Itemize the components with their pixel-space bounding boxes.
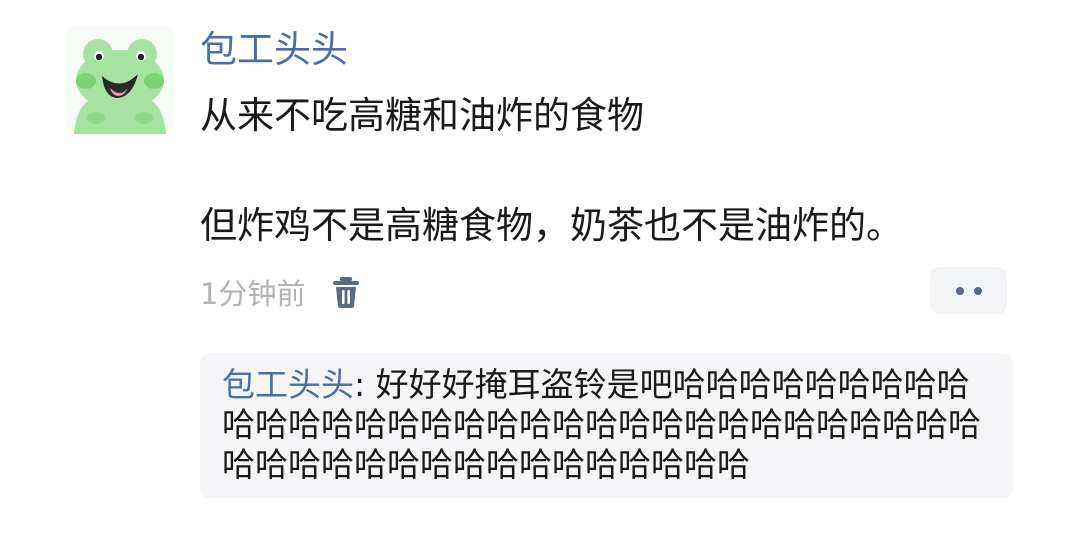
more-options-button[interactable] xyxy=(930,267,1007,314)
timestamp: 1分钟前 xyxy=(200,277,306,311)
comment-post: 包工头头 从来不吃高糖和油炸的食物 但炸鸡不是高糖食物，奶茶也不是油炸的。 1分… xyxy=(0,0,1080,547)
trash-icon xyxy=(333,277,360,308)
post-paragraph: 从来不吃高糖和油炸的食物 xyxy=(200,94,644,137)
reply-separator: : xyxy=(354,365,376,404)
post-meta: 1分钟前 xyxy=(200,268,361,316)
post-content: 从来不吃高糖和油炸的食物 但炸鸡不是高糖食物，奶茶也不是油炸的。 xyxy=(200,88,1040,254)
avatar[interactable] xyxy=(66,26,174,134)
more-dots-icon xyxy=(973,286,982,295)
delete-button[interactable] xyxy=(331,275,361,309)
username[interactable]: 包工头头 xyxy=(200,26,348,74)
green-frog-avatar-icon xyxy=(66,26,174,134)
reply-text: 包工头头: 好好好掩耳盗铃是吧哈哈哈哈哈哈哈哈哈哈哈哈哈哈哈哈哈哈哈哈哈哈哈哈哈… xyxy=(222,365,999,485)
reply-box: 包工头头: 好好好掩耳盗铃是吧哈哈哈哈哈哈哈哈哈哈哈哈哈哈哈哈哈哈哈哈哈哈哈哈哈… xyxy=(200,353,1013,498)
post-paragraph: 但炸鸡不是高糖食物，奶茶也不是油炸的。 xyxy=(200,204,903,247)
reply-author[interactable]: 包工头头 xyxy=(222,365,354,404)
more-dots-icon xyxy=(955,286,964,295)
